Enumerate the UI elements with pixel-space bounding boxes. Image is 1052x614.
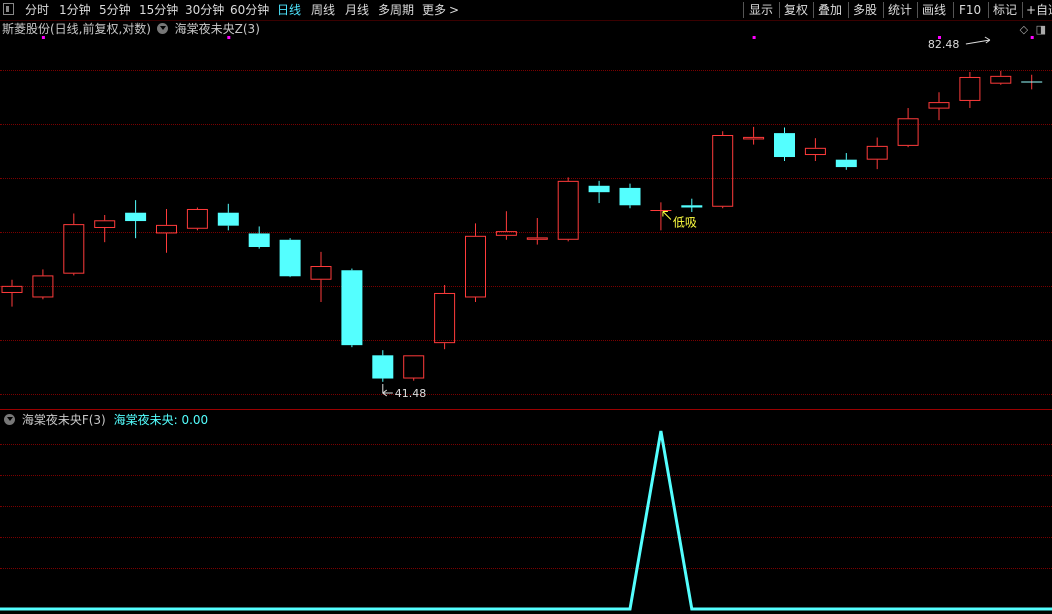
candle-body-down bbox=[619, 187, 641, 206]
min-price-label: 41.48 bbox=[395, 387, 427, 400]
kline-chart[interactable]: 82.48 41.48 低吸 bbox=[0, 0, 1052, 614]
signal-marker bbox=[752, 36, 756, 39]
candle-body-up bbox=[1, 285, 23, 293]
sub-indicator-line bbox=[0, 430, 1052, 611]
candle-body-up bbox=[403, 355, 425, 379]
candle-body-down bbox=[125, 212, 147, 222]
candle-body-up bbox=[959, 76, 981, 101]
signal-marker bbox=[41, 36, 45, 39]
candle-body-up bbox=[465, 235, 486, 298]
candle-body-up bbox=[712, 135, 734, 207]
signal-marker bbox=[227, 36, 231, 39]
candle-body-up bbox=[990, 75, 1012, 84]
candle-body-up bbox=[94, 220, 116, 228]
candle-body-up bbox=[310, 266, 332, 280]
candle-body-down bbox=[341, 270, 363, 346]
candle-body-up bbox=[434, 292, 456, 344]
candle-body-up bbox=[63, 224, 85, 274]
candle-body-up bbox=[526, 237, 548, 240]
candle-body-down bbox=[774, 133, 795, 158]
candle-body-up bbox=[866, 145, 888, 160]
buy-signal-arrow bbox=[662, 211, 672, 220]
candle-body-up bbox=[186, 208, 208, 229]
max-price-label: 82.48 bbox=[928, 38, 960, 51]
candle-body-down bbox=[217, 212, 239, 226]
candle-body-up bbox=[156, 224, 177, 234]
candle-body-up bbox=[928, 102, 950, 109]
candle-body-down bbox=[588, 185, 610, 193]
candle-body-up bbox=[557, 180, 579, 240]
candle-body-up bbox=[32, 275, 54, 298]
candle-body-up bbox=[804, 147, 826, 156]
candle-body-down bbox=[372, 355, 394, 379]
max-pointer-line bbox=[965, 39, 990, 45]
candle-body-up bbox=[897, 118, 919, 146]
candle-body-up bbox=[743, 136, 765, 140]
buy-signal-label: 低吸 bbox=[673, 216, 697, 230]
candle-body-down bbox=[681, 205, 703, 208]
candle-body-up bbox=[495, 231, 517, 236]
candle-body-down bbox=[279, 239, 301, 277]
candle-body-down bbox=[248, 233, 270, 248]
candle-body-down bbox=[835, 159, 857, 168]
signal-marker bbox=[1030, 36, 1034, 39]
